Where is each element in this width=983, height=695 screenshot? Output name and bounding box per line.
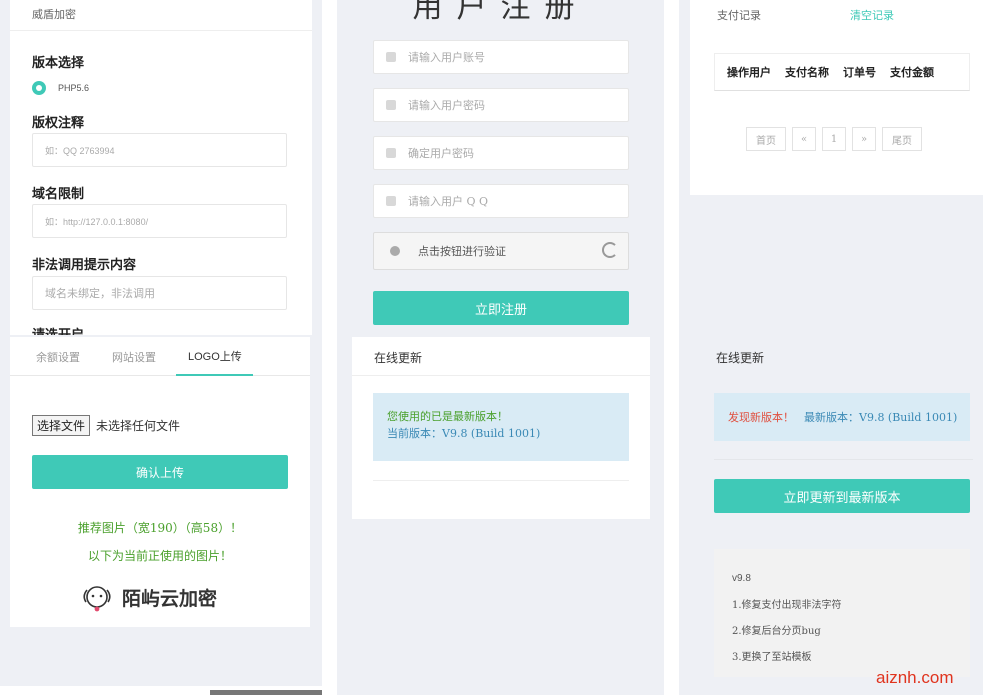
logo-current-tip: 以下为当前正使用的图片！ [87, 549, 232, 563]
illegal-input[interactable]: 域名未绑定，非法调用 [32, 276, 287, 310]
online-update-card: 在线更新 您使用的已是最新版本！ 当前版本：V9.8 (Build 1001) [352, 337, 650, 519]
domain-label: 域名限制 [32, 187, 85, 202]
update-now-button[interactable]: 立即更新到最新版本 [714, 479, 970, 513]
active-tab-indicator [176, 374, 253, 376]
author-label: 版权注释 [32, 116, 85, 131]
tab-divider [10, 375, 310, 376]
divider [714, 459, 973, 460]
pagination: 首页 « 1 » 尾页 [746, 127, 922, 151]
lock-icon [386, 148, 396, 158]
register-title: 用户注册 [412, 0, 589, 25]
qq-icon [386, 196, 396, 206]
clear-records-link[interactable]: 清空记录 [850, 7, 894, 23]
logo-size-tip: 推荐图片（宽190）（高58）！ [77, 521, 243, 535]
card-title: 在线更新 [716, 351, 765, 365]
latest-version-alert: 您使用的已是最新版本！ 当前版本：V9.8 (Build 1001) [373, 393, 629, 461]
file-status: 未选择任何文件 [96, 419, 181, 433]
column-header: 订单号 [843, 66, 876, 79]
confirm-password-input[interactable]: 确定用户密码 [373, 136, 629, 170]
divider [373, 480, 629, 481]
version-label: 版本选择 [32, 56, 85, 71]
illegal-label: 非法调用提示内容 [32, 258, 137, 273]
dog-mascot-icon [83, 586, 111, 612]
payment-records-card: 支付记录 清空记录 操作用户 支付名称 订单号 支付金额 首页 « 1 » 尾页 [690, 0, 983, 195]
cut-label: 请选开启 [32, 324, 84, 335]
captcha-dot-icon [390, 246, 400, 256]
changelog-box: v9.8 1.修复支付出现非法字符 2.修复后台分页bug 3.更换了至站模板 [714, 549, 970, 677]
register-button[interactable]: 立即注册 [373, 291, 629, 325]
password-input[interactable]: 请输入用户密码 [373, 88, 629, 122]
payment-table-header: 操作用户 支付名称 订单号 支付金额 [714, 53, 970, 91]
lock-icon [386, 100, 396, 110]
new-version-label: 发现新版本！ [728, 411, 794, 424]
changelog-item: 1.修复支付出现非法字符 [732, 600, 842, 611]
tab-logo-upload[interactable]: LOGO上传 [188, 348, 242, 364]
divider [352, 375, 650, 376]
page-1-button[interactable]: 1 [822, 127, 846, 151]
tab-balance-settings[interactable]: 余额设置 [36, 349, 80, 365]
last-page-button[interactable]: 尾页 [882, 127, 922, 151]
confirm-upload-button[interactable]: 确认上传 [32, 455, 288, 489]
column-header: 操作用户 [727, 66, 771, 79]
tab-site-settings[interactable]: 网站设置 [112, 349, 156, 365]
current-version-text: 当前版本：V9.8 (Build 1001) [387, 427, 541, 440]
column-header: 支付金额 [890, 66, 934, 79]
logo-upload-card: 余额设置 网站设置 LOGO上传 选择文件 未选择任何文件 确认上传 推荐图片（… [10, 337, 310, 627]
card-title: 威盾加密 [32, 8, 76, 21]
username-input[interactable]: 请输入用户账号 [373, 40, 629, 74]
encrypt-settings-card: 威盾加密 版本选择 PHP5.6 版权注释 如：QQ 2763994 域名限制 … [10, 0, 312, 335]
qq-input[interactable]: 请输入用户 Q Q [373, 184, 629, 218]
changelog-item: 2.修复后台分页bug [732, 626, 821, 637]
refresh-icon[interactable] [602, 242, 618, 258]
register-panel: 用户注册 请输入用户账号 请输入用户密码 确定用户密码 请输入用户 Q Q 点击… [337, 0, 664, 335]
domain-input[interactable]: 如：http://127.0.0.1:8080/ [32, 204, 287, 238]
changelog-version: v9.8 [732, 573, 751, 584]
prev-page-button[interactable]: « [792, 127, 816, 151]
first-page-button[interactable]: 首页 [746, 127, 786, 151]
version-option: PHP5.6 [58, 83, 90, 93]
user-icon [386, 52, 396, 62]
update-log-panel: 在线更新 发现新版本！ 最新版本：V9.8 (Build 1001) 立即更新到… [690, 337, 983, 677]
new-version-alert: 发现新版本！ 最新版本：V9.8 (Build 1001) [714, 393, 970, 441]
column-header: 支付名称 [785, 66, 829, 79]
watermark: aiznh.com [876, 668, 954, 687]
radio-checked-icon [32, 81, 46, 95]
next-card-edge [210, 690, 322, 695]
latest-version-text: 最新版本：V9.8 (Build 1001) [804, 411, 958, 424]
choose-file-button[interactable]: 选择文件 [32, 415, 91, 436]
next-page-button[interactable]: » [852, 127, 876, 151]
logo-text: 陌屿云加密 [122, 587, 218, 610]
divider [10, 30, 312, 31]
card-title: 在线更新 [374, 351, 423, 365]
up-to-date-message: 您使用的已是最新版本！ [387, 410, 508, 423]
card-title: 支付记录 [717, 9, 761, 22]
author-input[interactable]: 如：QQ 2763994 [32, 133, 287, 167]
file-picker: 选择文件 未选择任何文件 [32, 415, 180, 436]
captcha-box[interactable]: 点击按钮进行验证 [373, 232, 629, 270]
version-radio[interactable]: PHP5.6 [32, 81, 89, 95]
current-logo: 陌屿云加密 [80, 580, 217, 614]
